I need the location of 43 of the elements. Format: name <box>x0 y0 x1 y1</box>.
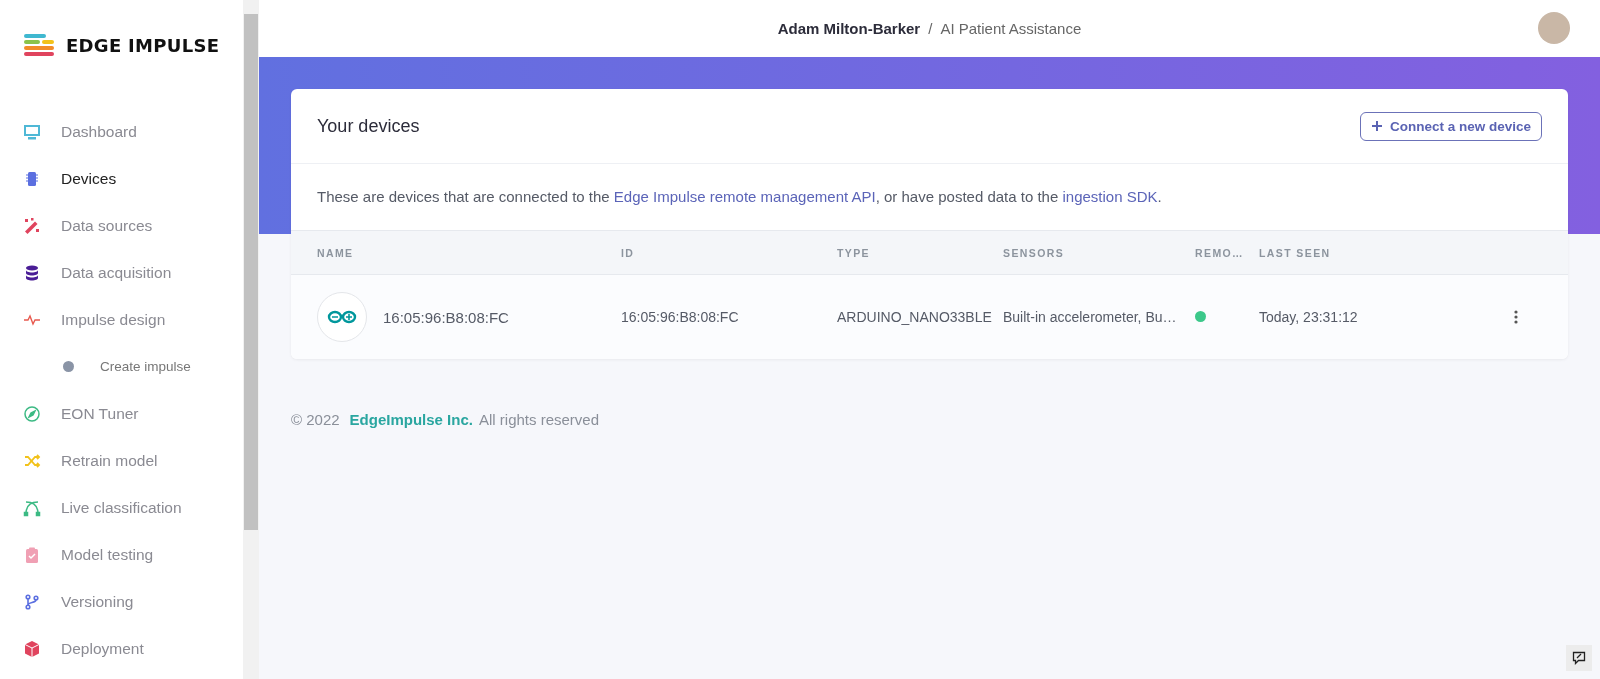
connect-device-button[interactable]: Connect a new device <box>1359 111 1542 141</box>
column-header: LAST SEEN <box>1259 246 1332 259</box>
feedback-button[interactable] <box>1566 645 1592 671</box>
sidebar-item[interactable]: Retrain model <box>0 437 243 484</box>
column-header: REMO… <box>1195 246 1245 259</box>
device-name: 16:05:96:B8:08:FC <box>383 308 509 326</box>
sidebar-item[interactable]: Live classification <box>0 484 243 531</box>
sidebar-item[interactable]: Model testing <box>0 531 243 578</box>
table-cell-text: Built-in accelerometer, Bu… <box>1003 309 1178 325</box>
user-link[interactable]: Adam Milton-Barker <box>777 20 921 37</box>
sidebar-item[interactable]: Data sources <box>0 202 243 249</box>
sidebar-item[interactable]: Data acquisition <box>0 249 243 296</box>
sidebar-subitem[interactable]: Create impulse <box>0 343 243 390</box>
table-cell-text: ARDUINO_NANO33BLE <box>837 309 993 325</box>
arduino-logo-icon <box>317 292 367 342</box>
rights-text: All rights reserved <box>478 411 599 428</box>
feedback-icon <box>1572 651 1586 665</box>
project-link[interactable]: AI Patient Assistance <box>940 20 1082 37</box>
sidebar-item[interactable]: Deployment <box>0 625 243 672</box>
doc-link[interactable]: ingestion SDK <box>1062 188 1158 205</box>
copyright-text: © 2022 <box>291 411 340 428</box>
device-row[interactable]: 16:05:96:B8:08:FC 16:05:96:B8:08:FC ARDUINO_NANO33BLE Built-in accelerometer, Bu… Today, 23:31:12 <box>291 275 1568 359</box>
breadcrumb-separator: / <box>928 20 933 37</box>
column-header: TYPE <box>837 246 872 259</box>
more-icon[interactable] <box>1514 310 1518 324</box>
sidebar-item[interactable]: EON Tuner <box>0 390 243 437</box>
logo-text: EDGE IMPULSE <box>66 34 220 56</box>
card-title: Your devices <box>317 115 420 137</box>
table-cell-text: 16:05:96:B8:08:FC <box>621 309 740 325</box>
column-header: ID <box>621 246 636 259</box>
plus-icon <box>1370 120 1383 132</box>
column-header: SENSORS <box>1003 246 1066 259</box>
company-link[interactable]: EdgeImpulse Inc. <box>349 411 473 428</box>
sidebar-item[interactable]: Devices <box>0 155 243 202</box>
doc-link[interactable]: Edge Impulse remote management API <box>613 188 876 205</box>
column-header: NAME <box>317 246 355 259</box>
sidebar-item[interactable]: Versioning <box>0 578 243 625</box>
sidebar-item[interactable]: Dashboard <box>0 108 243 155</box>
scrollbar[interactable] <box>243 0 259 679</box>
logo-icon <box>24 34 56 56</box>
sidebar-item[interactable]: Impulse design <box>0 296 243 343</box>
table-cell-text: Today, 23:31:12 <box>1259 309 1359 325</box>
description-text: These are devices that are connected to the Edge Impulse remote management API, or have posted data to the ingestion SDK. <box>316 187 1163 207</box>
